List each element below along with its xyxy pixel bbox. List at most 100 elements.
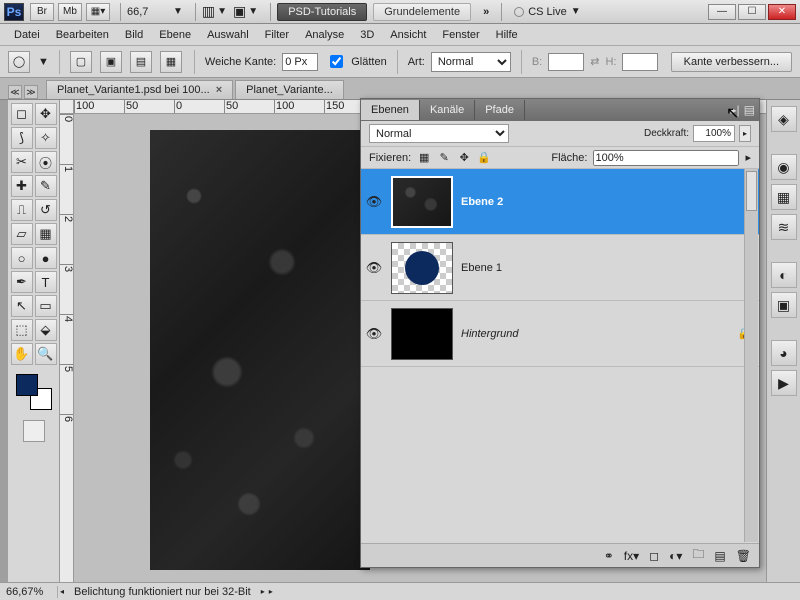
mask-icon[interactable]: ◻	[649, 549, 659, 563]
new-layer-icon[interactable]: ▤	[714, 549, 725, 563]
status-nav-right-icon[interactable]: ▸	[261, 587, 265, 596]
3d-camera-tool[interactable]: ⬙	[35, 319, 57, 341]
tab-scroll-left-icon[interactable]: ≪	[8, 85, 22, 99]
history-brush-tool[interactable]: ↺	[35, 199, 57, 221]
gradient-tool[interactable]: ▦	[35, 223, 57, 245]
panel-menu-icon[interactable]: ▤	[744, 103, 755, 117]
zoom-value[interactable]: 66,7	[127, 6, 167, 18]
color-dock-icon[interactable]: ◉	[771, 154, 797, 180]
blend-mode-select[interactable]: Normal	[369, 124, 509, 143]
menu-fenster[interactable]: Fenster	[434, 27, 487, 43]
eraser-tool[interactable]: ▱	[11, 223, 33, 245]
minibridge-button[interactable]: Mb	[58, 3, 82, 21]
layers-dock-icon[interactable]: ◈	[771, 106, 797, 132]
workspace-psd-tutorials[interactable]: PSD-Tutorials	[277, 3, 367, 21]
crop-tool[interactable]: ✂	[11, 151, 33, 173]
tab-ebenen[interactable]: Ebenen	[361, 100, 420, 120]
close-button[interactable]: ✕	[768, 4, 796, 20]
document-canvas[interactable]	[150, 130, 370, 570]
doc-tab-1[interactable]: Planet_Variante1.psd bei 100...×	[46, 80, 233, 99]
adjustments-dock-icon[interactable]: ◐	[771, 262, 797, 288]
workspace-grundelemente[interactable]: Grundelemente	[373, 3, 471, 21]
menu-hilfe[interactable]: Hilfe	[488, 27, 526, 43]
layer-name[interactable]: Hintergrund	[461, 328, 737, 340]
layer-thumbnail[interactable]	[391, 308, 453, 360]
ruler-vertical[interactable]: 0123456	[60, 114, 74, 582]
stamp-tool[interactable]: ⎍	[11, 199, 33, 221]
arrange-icon[interactable]: ▥	[202, 3, 215, 20]
lock-position-icon[interactable]: ✥	[457, 151, 471, 165]
move-tool[interactable]: ✥	[35, 103, 57, 125]
active-tool-icon[interactable]: ◯	[8, 51, 30, 73]
link-layers-icon[interactable]: ⚭	[604, 549, 614, 563]
masks-dock-icon[interactable]: ▣	[771, 292, 797, 318]
visibility-icon[interactable]: 👁	[365, 260, 383, 276]
doc-tab-2[interactable]: Planet_Variante...	[235, 80, 344, 99]
menu-auswahl[interactable]: Auswahl	[199, 27, 257, 43]
menu-bild[interactable]: Bild	[117, 27, 151, 43]
opacity-stepper[interactable]: ▸	[739, 125, 751, 142]
panel-scrollbar[interactable]	[744, 169, 758, 542]
shape-tool[interactable]: ▭	[35, 295, 57, 317]
actions-dock-icon[interactable]: ▶	[771, 370, 797, 396]
history-dock-icon[interactable]: ◕	[771, 340, 797, 366]
quickmask-button[interactable]	[23, 420, 45, 442]
status-zoom[interactable]: 66,67%	[6, 586, 58, 598]
cs-live-button[interactable]: CS Live ▼	[514, 6, 586, 18]
type-tool[interactable]: T	[35, 271, 57, 293]
styles-dock-icon[interactable]: ≋	[771, 214, 797, 240]
layer-name[interactable]: Ebene 1	[461, 262, 755, 274]
adjustment-layer-icon[interactable]: ◐▾	[669, 549, 682, 563]
menu-ansicht[interactable]: Ansicht	[382, 27, 434, 43]
visibility-icon[interactable]: 👁	[365, 326, 383, 342]
color-swatches[interactable]	[16, 374, 52, 410]
opacity-input[interactable]	[693, 125, 735, 142]
minimize-button[interactable]: —	[708, 4, 736, 20]
dodge-tool[interactable]: ●	[35, 247, 57, 269]
menu-ebene[interactable]: Ebene	[151, 27, 199, 43]
menu-analyse[interactable]: Analyse	[297, 27, 352, 43]
style-select[interactable]: Normal	[431, 52, 511, 72]
tab-kanaele[interactable]: Kanäle	[420, 100, 475, 120]
new-selection-icon[interactable]: ▢	[70, 51, 92, 73]
intersect-selection-icon[interactable]: ▦	[160, 51, 182, 73]
panel-collapse-icon[interactable]: ▸|	[731, 103, 740, 117]
tab-pfade[interactable]: Pfade	[475, 100, 525, 120]
foreground-swatch[interactable]	[16, 374, 38, 396]
delete-layer-icon[interactable]: 🗑	[736, 549, 751, 563]
tab-scroll-right-icon[interactable]: ≫	[24, 85, 38, 99]
antialias-checkbox[interactable]	[330, 55, 343, 68]
swatches-dock-icon[interactable]: ▦	[771, 184, 797, 210]
menu-3d[interactable]: 3D	[352, 27, 382, 43]
workspace-more-icon[interactable]: »	[483, 6, 489, 18]
group-icon[interactable]: 🗀	[692, 545, 704, 566]
refine-edge-button[interactable]: Kante verbessern...	[671, 52, 792, 72]
menu-bearbeiten[interactable]: Bearbeiten	[48, 27, 117, 43]
layer-thumbnail[interactable]	[391, 176, 453, 228]
blur-tool[interactable]: ○	[11, 247, 33, 269]
visibility-icon[interactable]: 👁	[365, 194, 383, 210]
layer-thumbnail[interactable]	[391, 242, 453, 294]
feather-input[interactable]	[282, 53, 318, 71]
add-selection-icon[interactable]: ▣	[100, 51, 122, 73]
layer-row[interactable]: 👁 Ebene 1	[361, 235, 759, 301]
pen-tool[interactable]: ✒	[11, 271, 33, 293]
bridge-button[interactable]: Br	[30, 3, 54, 21]
layout-dropdown[interactable]: ▦▾	[86, 3, 110, 21]
zoom-tool[interactable]: 🔍	[35, 343, 57, 365]
status-nav-left-icon[interactable]: ◂	[60, 587, 64, 596]
heal-tool[interactable]: ✚	[11, 175, 33, 197]
3d-tool[interactable]: ⬚	[11, 319, 33, 341]
screenmode-icon[interactable]: ▣	[233, 3, 246, 20]
lasso-tool[interactable]: ⟆	[11, 127, 33, 149]
menu-filter[interactable]: Filter	[257, 27, 297, 43]
subtract-selection-icon[interactable]: ▤	[130, 51, 152, 73]
fill-stepper[interactable]: ▸	[745, 151, 751, 164]
close-tab-icon[interactable]: ×	[216, 84, 222, 96]
brush-tool[interactable]: ✎	[35, 175, 57, 197]
marquee-tool[interactable]: ◻	[11, 103, 33, 125]
lock-all-icon[interactable]: 🔒	[477, 151, 491, 165]
layer-row[interactable]: 👁 Ebene 2	[361, 169, 759, 235]
path-select-tool[interactable]: ↖	[11, 295, 33, 317]
layer-name[interactable]: Ebene 2	[461, 196, 755, 208]
